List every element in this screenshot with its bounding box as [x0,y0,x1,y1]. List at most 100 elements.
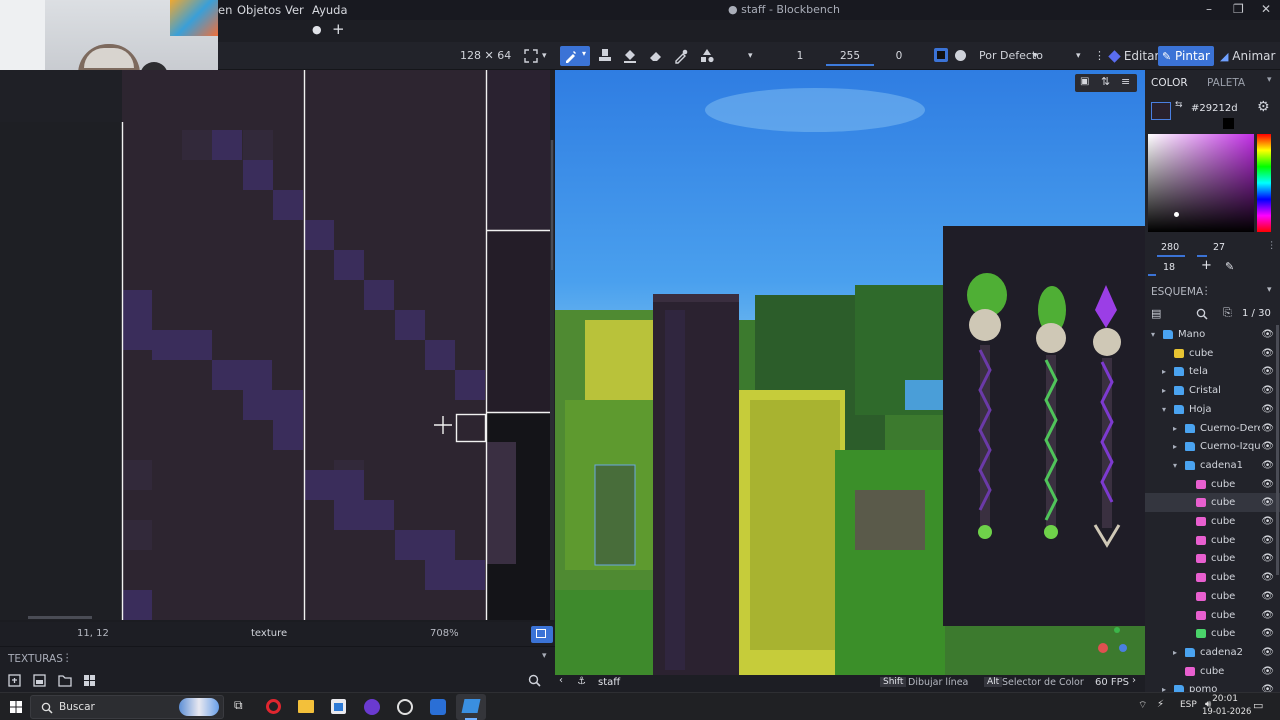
visibility-eye-icon[interactable]: 👁︎ [1261,325,1274,344]
paperclip-icon[interactable]: ⎘ [1223,306,1232,320]
outliner-row[interactable]: ▾ Mano 👁︎ [1145,325,1280,344]
hue-slider[interactable] [1257,134,1271,232]
chevron-right-icon[interactable]: ▸ [1173,643,1177,662]
clock-date[interactable]: 19-01-2026 [1202,707,1251,717]
menu-view[interactable]: Ver [285,3,304,17]
visibility-eye-icon[interactable]: 👁︎ [1261,587,1274,606]
hue-input[interactable]: 280 [1161,242,1179,253]
outliner-row[interactable]: ▸ Cuerno-Derec👁︎ [1145,419,1280,438]
menu-view-partial[interactable]: en [218,3,232,17]
menu-help[interactable]: Ayuda [312,3,348,17]
outliner-scrollbar[interactable] [1276,325,1279,575]
outliner-row[interactable]: cube 👁︎ [1145,344,1280,363]
chevron-down-icon[interactable]: ▾ [542,47,547,65]
visibility-eye-icon[interactable]: 👁︎ [1261,643,1274,662]
new-tab-button[interactable]: + [332,20,345,38]
grid-icon[interactable] [83,674,96,687]
file-explorer-icon[interactable] [298,700,314,713]
app-icon-blue[interactable] [430,699,446,715]
outliner-row[interactable]: ▾ Hoja 👁︎ [1145,400,1280,419]
maximize-button[interactable]: ❐ [1233,2,1244,16]
paint-brush-tool-button[interactable]: ▾ [560,46,590,66]
picker-handle[interactable] [1174,212,1179,217]
chevron-down-icon[interactable]: ▾ [1076,47,1081,65]
chevron-down-icon[interactable]: ▾ [1151,325,1155,344]
chevron-down-icon[interactable]: ▾ [1267,285,1272,295]
outliner-row[interactable]: cube 👁︎ [1145,662,1280,681]
image-icon[interactable]: ▣ [1080,76,1089,87]
chevron-down-icon[interactable]: ▾ [748,47,753,65]
task-view-icon[interactable]: ⧉ [234,698,243,713]
visibility-eye-icon[interactable]: 👁︎ [1261,456,1274,475]
outliner-row[interactable]: cube 👁︎ [1145,624,1280,643]
taskbar-search-box[interactable]: Buscar [30,695,224,719]
saturation-input[interactable]: 27 [1213,242,1225,253]
chevron-right-icon[interactable]: ▸ [1162,680,1166,692]
folder-icon[interactable] [58,674,72,687]
stamp-icon[interactable] [596,47,614,65]
github-icon[interactable] [397,699,413,715]
outliner-row[interactable]: cube 👁︎ [1145,475,1280,494]
value-input[interactable]: 18 [1163,262,1175,273]
chevron-right-icon[interactable]: ▸ [1162,362,1166,381]
clock-time[interactable]: 20:01 [1212,694,1238,704]
fill-bucket-icon[interactable] [621,47,639,65]
secondary-color-swatch[interactable] [1223,118,1234,129]
visibility-eye-icon[interactable]: 👁︎ [1261,344,1274,363]
outliner-row[interactable]: cube 👁︎ [1145,512,1280,531]
mode-paint-button[interactable]: ✎ Pintar [1158,46,1214,66]
app-icon-purple[interactable] [364,699,380,715]
import-texture-icon[interactable] [8,674,21,687]
tab-palette[interactable]: PALETA [1207,77,1245,89]
menu-icon[interactable]: ≡ [1121,75,1130,88]
visibility-eye-icon[interactable]: 👁︎ [1261,662,1274,681]
outliner-row[interactable]: cube 👁︎ [1145,587,1280,606]
chevron-down-icon[interactable]: ▾ [1173,456,1177,475]
visibility-eye-icon[interactable]: 👁︎ [1261,475,1274,494]
brush-opacity-input[interactable]: 255 [826,48,874,66]
fullscreen-icon[interactable] [522,47,540,65]
outliner-row[interactable]: ▸ tela 👁︎ [1145,362,1280,381]
panel-menu-icon[interactable]: ⋮ [62,652,73,664]
hex-input[interactable]: #29212d [1191,103,1238,114]
scene-render[interactable] [555,70,1145,675]
outliner-row[interactable]: ▸ Cuerno-Izqui 👁︎ [1145,437,1280,456]
brush-softness-input[interactable]: 0 [878,48,920,66]
eyedropper-icon[interactable]: ✎ [1225,260,1234,273]
store-icon[interactable] [331,699,346,714]
more-options-icon[interactable]: ⋮ [1267,240,1277,251]
windows-start-icon[interactable] [10,701,22,713]
visibility-eye-icon[interactable]: 👁︎ [1261,624,1274,643]
textures-panel-header[interactable]: TEXTURAS ⋮ ▾ [0,646,555,670]
outliner-row[interactable]: cube 👁︎ [1145,531,1280,550]
more-options-icon[interactable]: ⋮ [1094,47,1105,65]
round-brush-shape-button[interactable] [955,50,966,61]
visibility-eye-icon[interactable]: 👁︎ [1261,512,1274,531]
sort-icon[interactable]: ⇅ [1101,75,1110,88]
color-picker-icon[interactable] [672,47,690,65]
outliner-row[interactable]: ▸ Cristal 👁︎ [1145,381,1280,400]
brush-size-input[interactable]: 1 [778,48,822,66]
search-icon[interactable] [528,674,541,687]
outliner-settings-icon[interactable]: ▤ [1151,307,1161,320]
chevron-right-icon[interactable]: › [1132,675,1136,686]
chevron-right-icon[interactable]: ▸ [1173,437,1177,456]
panel-menu-icon[interactable]: ⋮ [1201,285,1212,297]
chevron-right-icon[interactable]: ▸ [1162,381,1166,400]
notifications-icon[interactable]: ▭ [1253,699,1263,712]
visibility-eye-icon[interactable]: 👁︎ [1261,362,1274,381]
outliner-row[interactable]: ▸ cadena2 👁︎ [1145,643,1280,662]
chevron-down-icon[interactable]: ▾ [542,651,547,661]
saturation-value-picker[interactable] [1148,134,1254,232]
menu-objects[interactable]: Objetos [237,3,281,17]
mode-edit-button[interactable]: Editar [1105,46,1163,66]
3d-viewport[interactable]: ▣ ⇅ ≡ [555,70,1145,675]
swap-icon[interactable]: ⇆ [1175,100,1183,110]
minimize-button[interactable]: – [1206,2,1212,16]
chevron-right-icon[interactable]: ▸ [1173,419,1177,438]
visibility-eye-icon[interactable]: 👁︎ [1261,531,1274,550]
visibility-eye-icon[interactable]: 👁︎ [1261,549,1274,568]
outliner-row[interactable]: ▾ cadena1 👁︎ [1145,456,1280,475]
outliner-row[interactable]: cube 👁︎ [1145,493,1280,513]
network-icon[interactable]: ⚡ [1157,699,1164,710]
